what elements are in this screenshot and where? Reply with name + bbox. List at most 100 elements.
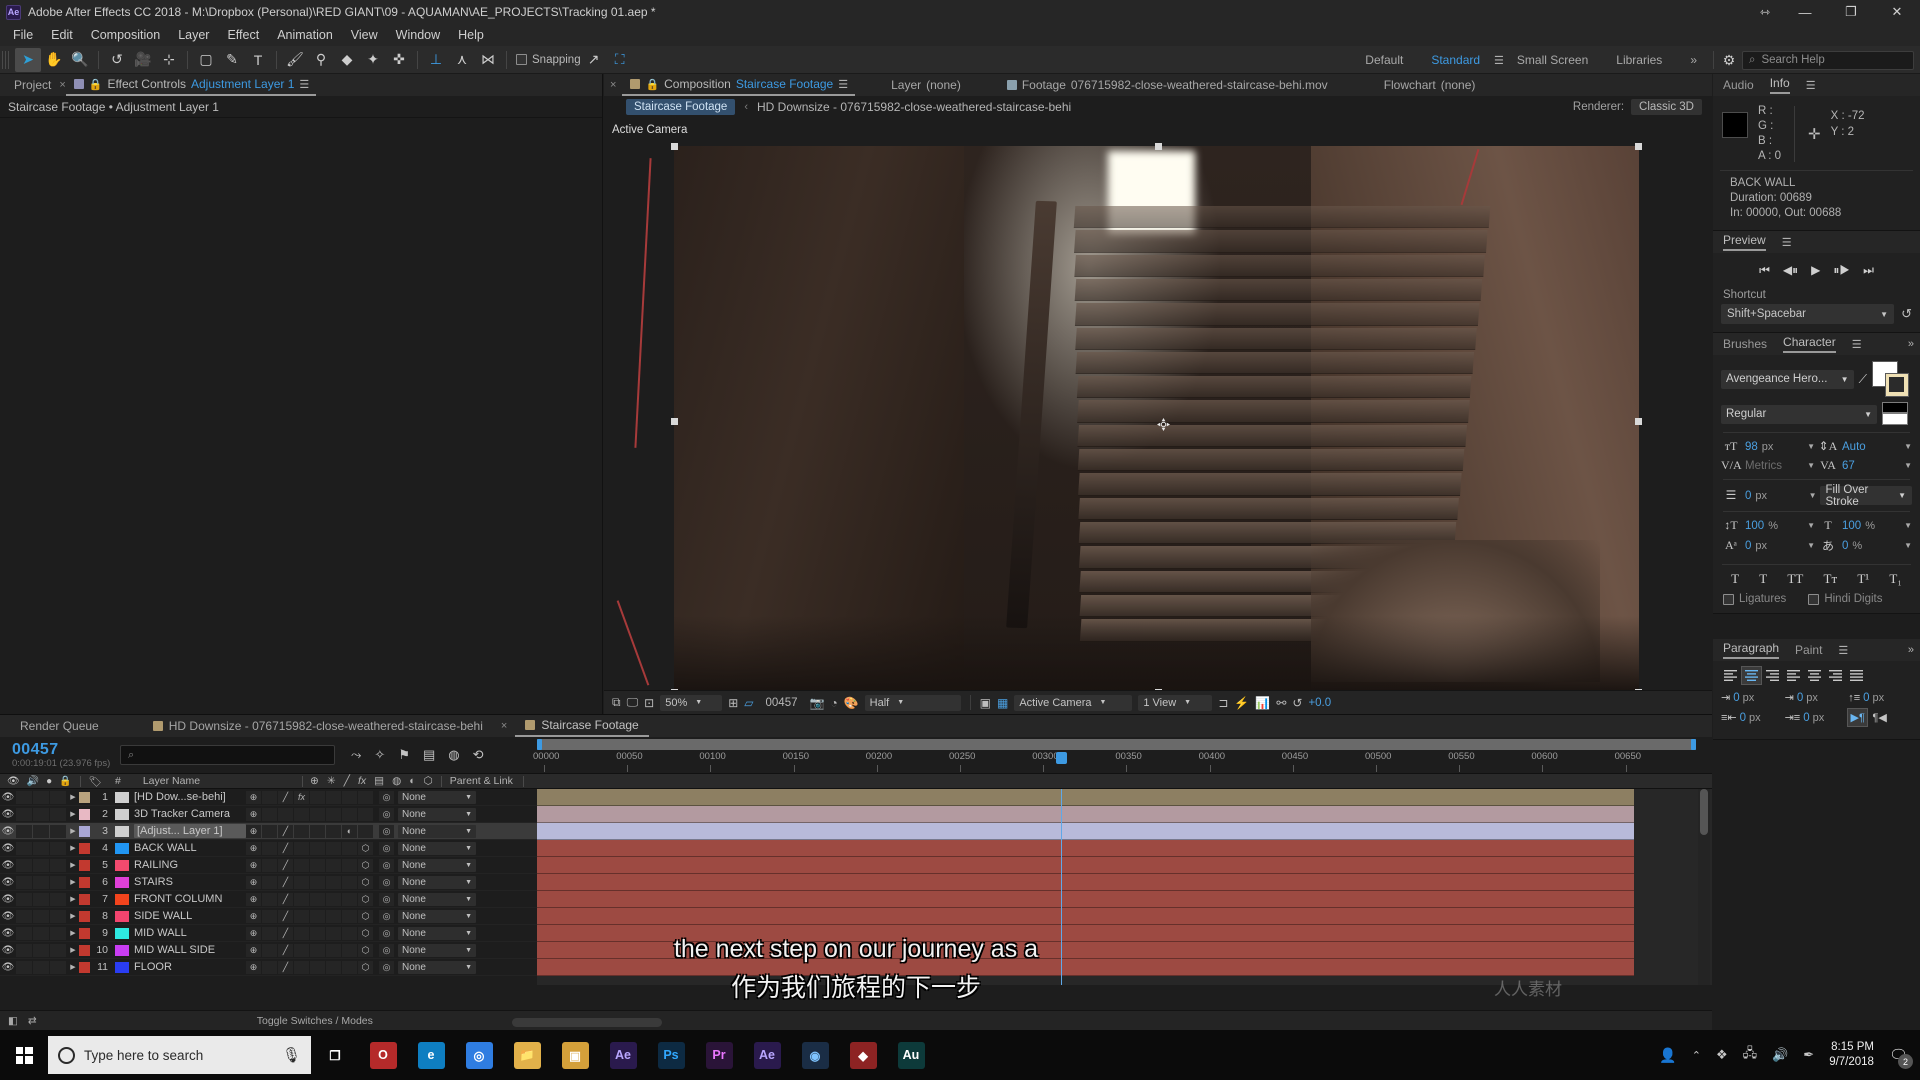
composition-viewer[interactable]: Active Camera (604, 118, 1712, 696)
layer-solo-toggle[interactable] (33, 858, 49, 872)
text-direction-control[interactable]: ▶¶ ¶◀ (1847, 708, 1912, 727)
stroke-width-control[interactable]: ☰ 0 px ▼ (1721, 488, 1817, 503)
zoom-tool[interactable]: 🔍 (67, 48, 93, 72)
region-of-interest-toggle[interactable]: ▱ (744, 696, 753, 710)
layer-audio-toggle[interactable] (16, 790, 32, 804)
switch-frame-blend[interactable]: ▤ (310, 943, 325, 957)
switch-fx[interactable]: fx (294, 790, 309, 804)
font-size-control[interactable]: ᴛT 98 px ▼ (1721, 439, 1815, 454)
indent-right-control[interactable]: ≡⇤ 0 px (1721, 711, 1785, 725)
menu-file[interactable]: File (4, 26, 42, 44)
parent-dropdown[interactable]: None ▼ (398, 807, 476, 821)
menu-view[interactable]: View (342, 26, 387, 44)
last-frame-icon[interactable]: ⏭ (1863, 263, 1874, 278)
tab-brushes[interactable]: Brushes (1723, 337, 1767, 351)
menu-window[interactable]: Window (387, 26, 449, 44)
parent-pickwhip[interactable]: ◎ (379, 943, 394, 957)
lock-icon[interactable]: 🔒 (645, 78, 659, 91)
quality-icon[interactable]: ✳ (327, 775, 336, 787)
taskbar-premiere[interactable]: Pr (695, 1030, 743, 1080)
taskbar-taskview[interactable]: ❐ (311, 1030, 359, 1080)
chevron-down-icon[interactable]: ▼ (1807, 442, 1815, 451)
layer-solo-toggle[interactable] (33, 926, 49, 940)
video-eye-icon[interactable]: 👁 (7, 776, 20, 787)
pen-tray-icon[interactable]: ✒ (1803, 1047, 1814, 1063)
chevron-down-icon[interactable]: ▼ (1904, 541, 1912, 550)
microphone-icon[interactable]: 🎙 (282, 1046, 301, 1064)
parent-dropdown[interactable]: None ▼ (398, 909, 476, 923)
resolution-dropdown[interactable]: Half ▼ (864, 694, 961, 711)
switch-adjustment[interactable] (342, 909, 357, 923)
chevron-down-icon[interactable]: ▼ (1807, 461, 1815, 470)
layer-solo-toggle[interactable] (33, 960, 49, 974)
layer-duration-bar[interactable] (537, 925, 1634, 942)
always-preview-icon[interactable]: ⧉ (612, 695, 621, 710)
layer-name[interactable]: 3D Tracker Camera (134, 808, 246, 820)
layer-solo-toggle[interactable] (33, 824, 49, 838)
transparency-grid-icon[interactable]: ▦ (997, 696, 1008, 710)
layer-expand-arrow[interactable]: ▶ (67, 844, 79, 852)
parent-dropdown[interactable]: None ▼ (398, 960, 476, 974)
roto-brush-tool[interactable]: ✦ (360, 48, 386, 72)
switch-3d[interactable]: ⬡ (358, 892, 373, 906)
table-row[interactable]: 👁 ▶ 6 STAIRS⊕✳╱ ▤◍ ⬡ ◎ None ▼ (0, 874, 537, 891)
switch-adjustment[interactable]: ◐ (342, 824, 357, 838)
camera-tool[interactable]: 🎥 (130, 48, 156, 72)
layer-visibility-toggle[interactable]: 👁 (0, 894, 16, 905)
table-row[interactable]: 👁 ▶ 7 FRONT COLUMN⊕✳╱ ▤◍ ⬡ ◎ None ▼ (0, 891, 537, 908)
switch-fx[interactable] (294, 841, 309, 855)
subscript-button[interactable]: T₁ (1889, 571, 1901, 587)
switch-motion-blur[interactable]: ◍ (326, 909, 341, 923)
solo-icon[interactable]: ● (46, 776, 52, 787)
hindi-digits-option[interactable]: Hindi Digits (1808, 593, 1882, 605)
snapshot-icon[interactable]: 📷 (810, 696, 825, 710)
justify-last-center-icon[interactable] (1805, 667, 1824, 684)
switch-collapse[interactable]: ⊕ (246, 960, 261, 974)
switch-3d[interactable]: ⬡ (358, 841, 373, 855)
chevron-down-icon[interactable]: ▼ (1904, 461, 1912, 470)
workspace-menu-icon[interactable]: ☰ (1494, 54, 1504, 67)
layer-label-color[interactable] (79, 859, 90, 871)
fast-previews-icon[interactable]: ⚡ (1234, 696, 1249, 710)
layer-solo-toggle[interactable] (33, 909, 49, 923)
switch-3d[interactable]: ⬡ (358, 875, 373, 889)
menu-effect[interactable]: Effect (218, 26, 268, 44)
table-row[interactable]: 👁 ▶ 2 3D Tracker Camera⊕✳ ▤◍ ◎ None ▼ (0, 806, 537, 823)
chevron-down-icon[interactable]: ▼ (1904, 442, 1912, 451)
menu-help[interactable]: Help (449, 26, 493, 44)
kerning-control[interactable]: V/A Metrics ▼ (1721, 458, 1815, 473)
tab-paragraph[interactable]: Paragraph (1723, 641, 1780, 659)
fill-stroke-color[interactable] (1872, 361, 1912, 397)
parent-pickwhip[interactable]: ◎ (379, 875, 394, 889)
parent-dropdown[interactable]: None ▼ (398, 875, 476, 889)
tab-preview[interactable]: Preview (1723, 233, 1766, 251)
layer-lock-toggle[interactable] (50, 858, 66, 872)
layer-duration-bar[interactable] (537, 806, 1634, 823)
switch-quality[interactable]: ✳ (262, 960, 277, 974)
workspace-small-screen[interactable]: Small Screen (1503, 50, 1602, 70)
layer-visibility-toggle[interactable]: 👁 (0, 945, 16, 956)
search-help-field[interactable]: ⌕ Search Help (1742, 50, 1914, 70)
layer-duration-bar[interactable] (537, 874, 1634, 891)
layer-audio-toggle[interactable] (16, 943, 32, 957)
switch-adjustment[interactable] (342, 841, 357, 855)
pan-behind-tool[interactable]: ⊹ (156, 48, 182, 72)
timeline-icon[interactable]: 📊 (1255, 696, 1270, 710)
switch-effects[interactable]: ╱ (278, 875, 293, 889)
volume-icon[interactable]: 🔊 (1772, 1047, 1788, 1063)
all-caps-button[interactable]: TT (1787, 571, 1803, 587)
layer-visibility-toggle[interactable]: 👁 (0, 826, 16, 837)
table-row[interactable]: 👁 ▶ 4 BACK WALL⊕✳╱ ▤◍ ⬡ ◎ None ▼ (0, 840, 537, 857)
parent-pickwhip[interactable]: ◎ (379, 909, 394, 923)
previous-frame-icon[interactable]: ◀⏸ (1783, 263, 1798, 278)
taskbar-store[interactable]: ▣ (551, 1030, 599, 1080)
layer-label-color[interactable] (79, 961, 90, 973)
default-colors-icon[interactable] (1882, 402, 1912, 426)
collapse-transform-icon[interactable]: ⊕ (310, 775, 319, 787)
layer-name[interactable]: BACK WALL (134, 842, 246, 854)
reset-shortcut-icon[interactable]: ↺ (1901, 306, 1912, 322)
parent-dropdown[interactable]: None ▼ (398, 926, 476, 940)
horizontal-scale-control[interactable]: T 100 % ▼ (1818, 518, 1912, 533)
align-right-icon[interactable] (1763, 667, 1782, 684)
layer-expand-arrow[interactable]: ▶ (67, 895, 79, 903)
